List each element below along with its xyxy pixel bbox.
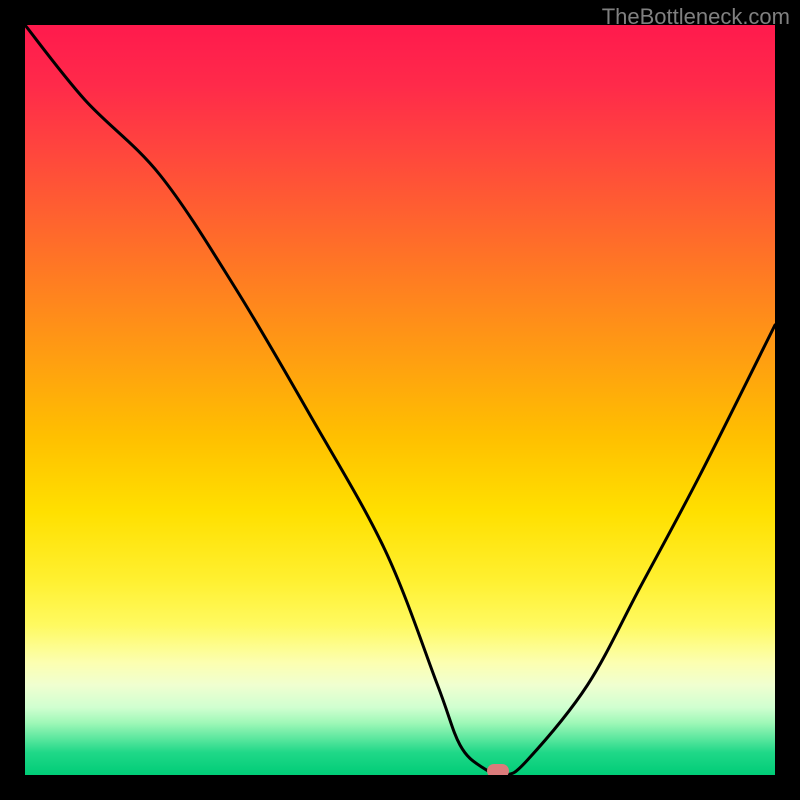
bottleneck-curve <box>25 25 775 775</box>
attribution-text: TheBottleneck.com <box>602 4 790 30</box>
chart-container: TheBottleneck.com <box>0 0 800 800</box>
optimal-marker <box>487 764 509 775</box>
plot-area <box>25 25 775 775</box>
